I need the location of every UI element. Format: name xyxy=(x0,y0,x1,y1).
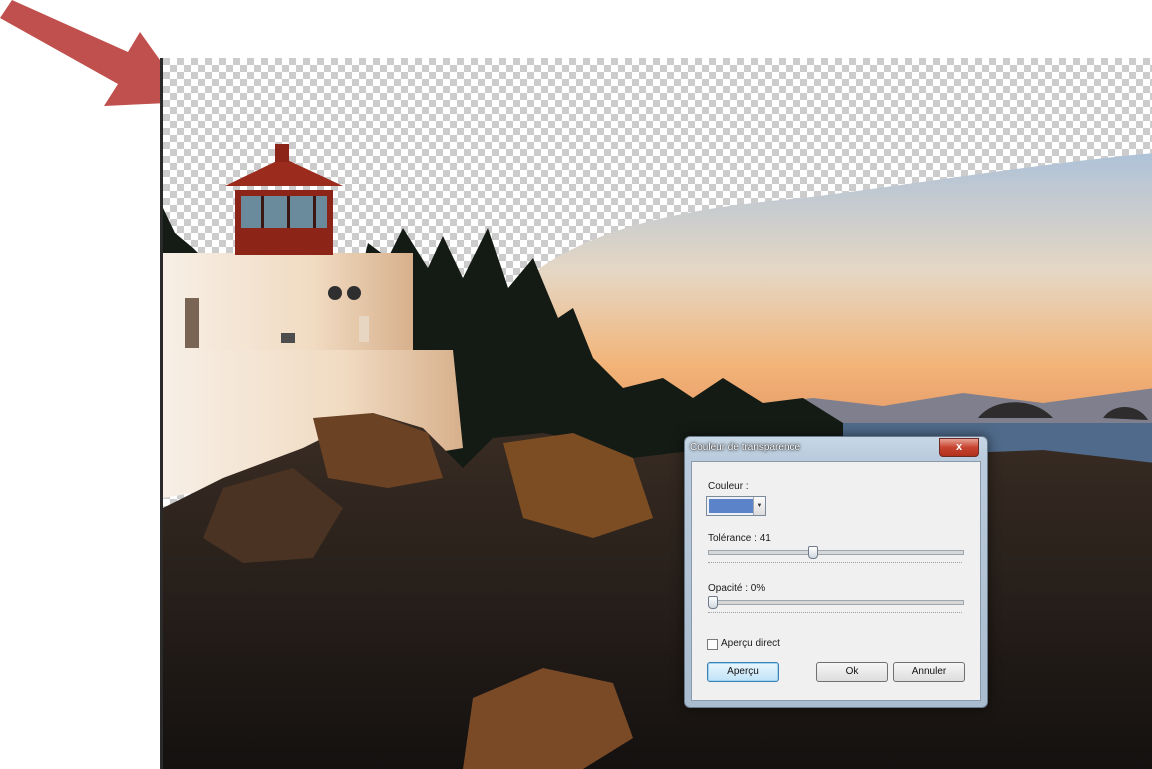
tolerance-slider-track[interactable] xyxy=(708,550,964,555)
chevron-down-icon[interactable]: ▼ xyxy=(753,497,765,515)
tolerance-ticks xyxy=(708,562,962,566)
opacity-slider-thumb[interactable] xyxy=(708,596,718,609)
tolerance-label: Tolérance : 41 xyxy=(708,533,771,544)
color-label: Couleur : xyxy=(708,481,749,492)
cancel-button[interactable]: Annuler xyxy=(893,662,965,682)
color-swatch xyxy=(709,499,753,513)
image-canvas[interactable] xyxy=(160,58,1152,769)
close-button[interactable]: x xyxy=(939,438,979,457)
preview-button[interactable]: Aperçu xyxy=(707,662,779,682)
tolerance-slider-thumb[interactable] xyxy=(808,546,819,559)
dialog-title: Couleur de transparence xyxy=(690,442,801,453)
ok-button[interactable]: Ok xyxy=(816,662,888,682)
opacity-slider-track[interactable] xyxy=(708,600,964,605)
lighthouse-photo xyxy=(163,58,1152,769)
color-picker[interactable]: ▼ xyxy=(706,496,766,516)
opacity-label: Opacité : 0% xyxy=(708,583,766,594)
opacity-ticks xyxy=(708,612,962,616)
live-preview-checkbox[interactable] xyxy=(707,639,718,650)
live-preview-label: Aperçu direct xyxy=(721,638,780,649)
